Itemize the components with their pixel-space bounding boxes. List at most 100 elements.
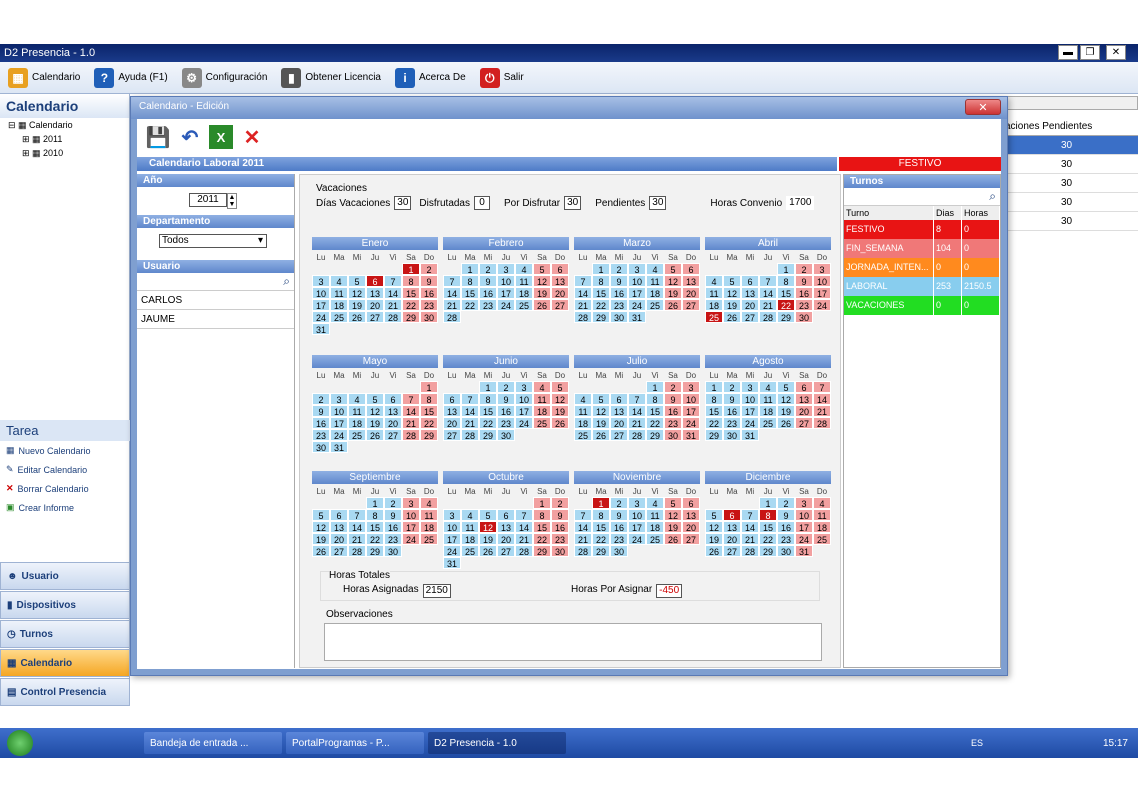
day-cell[interactable]: 28	[759, 311, 777, 323]
day-cell[interactable]: 11	[420, 509, 438, 521]
day-cell[interactable]: 21	[515, 533, 533, 545]
day-cell[interactable]: 15	[759, 521, 777, 533]
day-cell[interactable]: 3	[741, 381, 759, 393]
day-cell[interactable]: 11	[330, 287, 348, 299]
day-cell[interactable]: 20	[682, 287, 700, 299]
year-value[interactable]: 2011	[189, 193, 227, 207]
day-cell[interactable]: 13	[682, 509, 700, 521]
language-indicator[interactable]: ES	[971, 738, 983, 748]
day-cell[interactable]: 8	[533, 509, 551, 521]
day-cell[interactable]: 9	[551, 509, 569, 521]
day-cell[interactable]: 7	[574, 509, 592, 521]
day-cell[interactable]: 8	[461, 275, 479, 287]
day-cell[interactable]: 29	[402, 311, 420, 323]
day-cell[interactable]: 5	[366, 393, 384, 405]
day-cell[interactable]: 17	[741, 405, 759, 417]
day-cell[interactable]: 30	[795, 311, 813, 323]
day-cell[interactable]: 21	[741, 533, 759, 545]
day-cell[interactable]: 3	[443, 509, 461, 521]
day-cell[interactable]: 31	[628, 311, 646, 323]
day-cell[interactable]: 29	[592, 311, 610, 323]
day-cell[interactable]: 25	[515, 299, 533, 311]
day-cell[interactable]: 19	[479, 533, 497, 545]
day-cell[interactable]: 26	[366, 429, 384, 441]
day-cell[interactable]: 20	[330, 533, 348, 545]
day-cell[interactable]: 9	[610, 509, 628, 521]
day-cell[interactable]: 26	[479, 545, 497, 557]
maximize-button[interactable]: ❐	[1080, 45, 1100, 60]
day-cell[interactable]: 28	[515, 545, 533, 557]
tree-root[interactable]: ⊟ ▦ Calendario	[0, 118, 129, 132]
day-cell[interactable]: 6	[682, 263, 700, 275]
day-cell[interactable]: 15	[592, 287, 610, 299]
edit-calendar-link[interactable]: ✎ Editar Calendario	[0, 460, 130, 479]
day-cell[interactable]: 23	[723, 417, 741, 429]
day-cell[interactable]: 1	[461, 263, 479, 275]
day-cell[interactable]: 2	[497, 381, 515, 393]
day-cell[interactable]: 16	[610, 287, 628, 299]
day-cell[interactable]: 22	[759, 533, 777, 545]
day-cell[interactable]: 22	[479, 417, 497, 429]
day-cell[interactable]: 13	[741, 287, 759, 299]
day-cell[interactable]: 21	[759, 299, 777, 311]
day-cell[interactable]: 31	[330, 441, 348, 453]
day-cell[interactable]: 12	[592, 405, 610, 417]
day-cell[interactable]: 6	[682, 497, 700, 509]
day-cell[interactable]: 30	[664, 429, 682, 441]
day-cell[interactable]: 5	[312, 509, 330, 521]
day-cell[interactable]: 14	[384, 287, 402, 299]
day-cell[interactable]: 2	[420, 263, 438, 275]
day-cell[interactable]: 17	[515, 405, 533, 417]
day-cell[interactable]: 18	[574, 417, 592, 429]
day-cell[interactable]: 11	[759, 393, 777, 405]
day-cell[interactable]: 8	[479, 393, 497, 405]
day-cell[interactable]: 18	[813, 521, 831, 533]
day-cell[interactable]: 5	[664, 497, 682, 509]
day-cell[interactable]: 15	[402, 287, 420, 299]
day-cell[interactable]: 13	[795, 393, 813, 405]
day-cell[interactable]: 4	[420, 497, 438, 509]
day-cell[interactable]: 23	[610, 299, 628, 311]
day-cell[interactable]: 16	[610, 521, 628, 533]
day-cell[interactable]: 18	[461, 533, 479, 545]
day-cell[interactable]: 18	[646, 521, 664, 533]
user-search-input[interactable]: ⌕	[137, 273, 294, 291]
day-cell[interactable]: 1	[402, 263, 420, 275]
day-cell[interactable]: 2	[795, 263, 813, 275]
day-cell[interactable]: 14	[515, 521, 533, 533]
day-cell[interactable]: 11	[461, 521, 479, 533]
day-cell[interactable]: 12	[777, 393, 795, 405]
day-cell[interactable]: 30	[312, 441, 330, 453]
day-cell[interactable]: 11	[646, 509, 664, 521]
day-cell[interactable]: 7	[628, 393, 646, 405]
right-search[interactable]	[995, 96, 1138, 110]
day-cell[interactable]: 9	[664, 393, 682, 405]
day-cell[interactable]: 22	[533, 533, 551, 545]
day-cell[interactable]: 10	[497, 275, 515, 287]
nav-dispositivos[interactable]: ▮ Dispositivos	[0, 591, 130, 619]
nav-usuario[interactable]: ☻ Usuario	[0, 562, 130, 590]
day-cell[interactable]: 19	[366, 417, 384, 429]
day-cell[interactable]: 18	[420, 521, 438, 533]
day-cell[interactable]: 7	[402, 393, 420, 405]
day-cell[interactable]: 20	[723, 533, 741, 545]
day-cell[interactable]: 8	[777, 275, 795, 287]
day-cell[interactable]: 15	[533, 521, 551, 533]
day-cell[interactable]: 8	[759, 509, 777, 521]
day-cell[interactable]: 27	[723, 545, 741, 557]
day-cell[interactable]: 4	[330, 275, 348, 287]
day-cell[interactable]: 15	[646, 405, 664, 417]
day-cell[interactable]: 2	[312, 393, 330, 405]
day-cell[interactable]: 14	[443, 287, 461, 299]
day-cell[interactable]: 27	[443, 429, 461, 441]
toolbar-info-button[interactable]: i Acerca De	[395, 67, 466, 88]
day-cell[interactable]: 30	[497, 429, 515, 441]
agreement-hours[interactable]: 1700	[786, 196, 815, 210]
day-cell[interactable]: 20	[497, 533, 515, 545]
day-cell[interactable]: 10	[795, 509, 813, 521]
day-cell[interactable]: 2	[479, 263, 497, 275]
day-cell[interactable]: 15	[592, 521, 610, 533]
day-cell[interactable]: 24	[682, 417, 700, 429]
day-cell[interactable]: 14	[574, 287, 592, 299]
day-cell[interactable]: 13	[682, 275, 700, 287]
